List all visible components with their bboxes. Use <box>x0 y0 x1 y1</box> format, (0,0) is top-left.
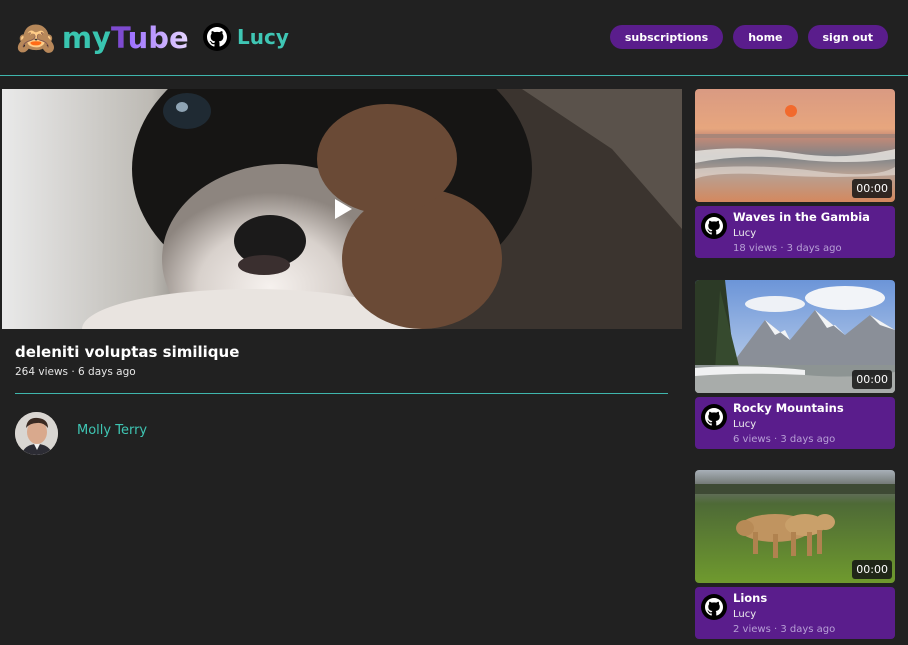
recommendation-meta: 6 views · 3 days ago <box>733 434 836 445</box>
header: 🙈 myTube Lucy subscriptions home sign ou… <box>0 0 908 76</box>
sign-out-button[interactable]: sign out <box>807 25 888 49</box>
recommendation-meta: 2 views · 3 days ago <box>733 624 836 635</box>
recommendation-thumbnail[interactable]: 00:00 <box>695 470 895 583</box>
subscriptions-button[interactable]: subscriptions <box>609 25 724 49</box>
recommendation-channel[interactable]: Lucy <box>733 228 756 239</box>
recommendation-info[interactable]: Waves in the Gambia Lucy 18 views · 3 da… <box>695 206 895 258</box>
video-meta: 264 views · 6 days ago <box>15 366 136 378</box>
recommendation-title[interactable]: Lions <box>733 591 767 605</box>
current-user[interactable]: Lucy <box>203 23 289 51</box>
recommendation-info[interactable]: Lions Lucy 2 views · 3 days ago <box>695 587 895 639</box>
recommendation-card[interactable]: 00:00 Lions Lucy 2 views · 3 days ago <box>695 470 895 639</box>
github-icon <box>701 594 727 620</box>
recommendation-card[interactable]: 00:00 Waves in the Gambia Lucy 18 views … <box>695 89 895 258</box>
video-title: deleniti voluptas similique <box>15 343 240 361</box>
recommendation-thumbnail[interactable]: 00:00 <box>695 280 895 393</box>
recommendation-title[interactable]: Rocky Mountains <box>733 401 844 415</box>
recommendation-channel[interactable]: Lucy <box>733 609 756 620</box>
user-name: Lucy <box>237 25 289 49</box>
github-icon <box>203 23 231 51</box>
duration-badge: 00:00 <box>852 179 892 198</box>
divider <box>15 393 668 394</box>
logo-text: myTube <box>61 21 189 55</box>
github-icon <box>701 404 727 430</box>
play-icon[interactable] <box>335 199 352 219</box>
home-button[interactable]: home <box>733 25 798 49</box>
recommendation-info[interactable]: Rocky Mountains Lucy 6 views · 3 days ag… <box>695 397 895 449</box>
author-avatar[interactable] <box>15 412 58 455</box>
recommendation-thumbnail[interactable]: 00:00 <box>695 89 895 202</box>
github-icon <box>701 213 727 239</box>
author-name[interactable]: Molly Terry <box>77 423 147 438</box>
recommendation-card[interactable]: 00:00 Rocky Mountains Lucy 6 views · 3 d… <box>695 280 895 449</box>
duration-badge: 00:00 <box>852 560 892 579</box>
recommendation-channel[interactable]: Lucy <box>733 419 756 430</box>
duration-badge: 00:00 <box>852 370 892 389</box>
nav: subscriptions home sign out <box>609 25 888 49</box>
recommendation-meta: 18 views · 3 days ago <box>733 243 842 254</box>
video-player[interactable] <box>2 89 682 329</box>
monkey-icon: 🙈 <box>16 19 56 57</box>
logo[interactable]: 🙈 myTube <box>16 20 189 56</box>
recommendation-title[interactable]: Waves in the Gambia <box>733 210 870 224</box>
